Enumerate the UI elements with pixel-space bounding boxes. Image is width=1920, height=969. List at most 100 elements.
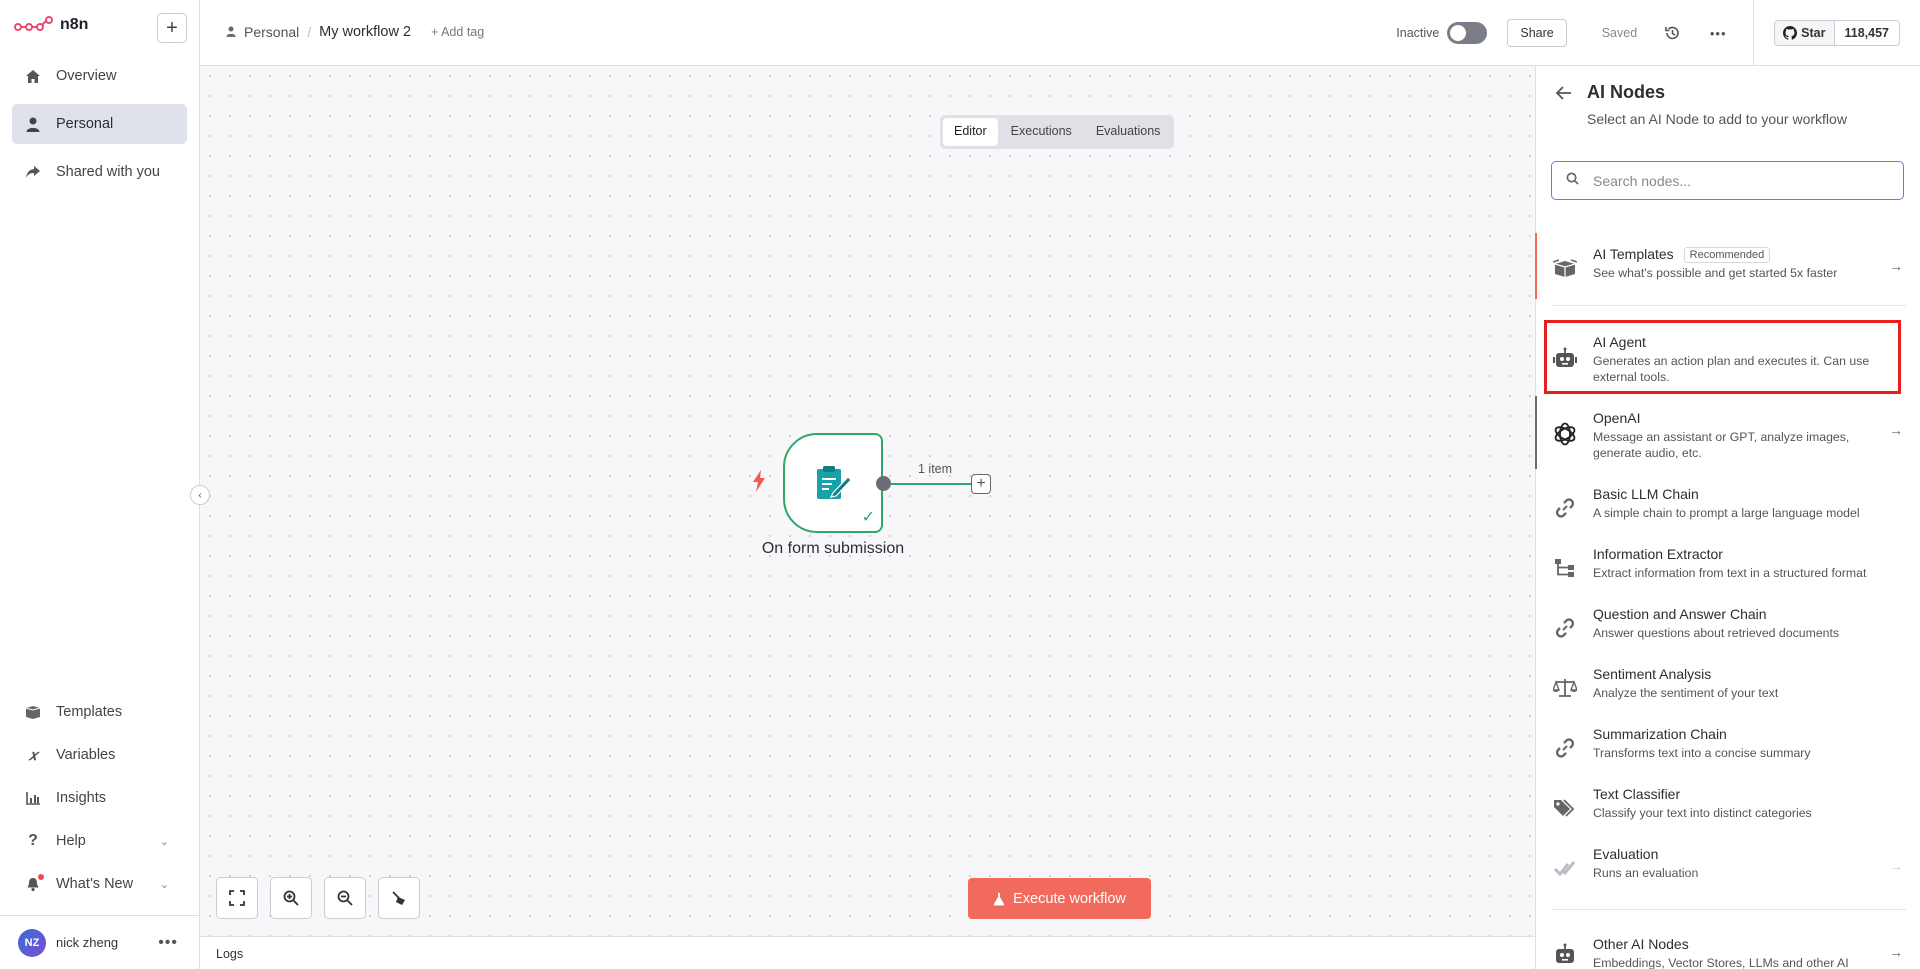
box-icon <box>24 705 42 719</box>
sidebar-item-label: Overview <box>56 68 117 84</box>
breadcrumb-separator: / <box>307 24 312 40</box>
plus-icon: + <box>976 475 986 492</box>
share-icon <box>24 165 42 179</box>
list-item-other-ai-nodes[interactable]: Other AI Nodes Embeddings, Vector Stores… <box>1536 934 1920 969</box>
tab-evaluations[interactable]: Evaluations <box>1085 118 1172 146</box>
sidebar-item-whats-new[interactable]: What’s New ⌄ <box>12 864 187 904</box>
item-description: A simple chain to prompt a large languag… <box>1593 506 1860 520</box>
search-icon <box>1566 172 1579 190</box>
n8n-logo-icon <box>14 16 53 31</box>
back-arrow-icon[interactable] <box>1555 84 1572 105</box>
chevron-left-icon: ‹ <box>198 489 202 501</box>
execute-workflow-button[interactable]: Execute workflow <box>968 878 1151 919</box>
github-star-widget: Star 118,457 <box>1753 0 1920 66</box>
view-tabs: Editor Executions Evaluations <box>940 115 1175 149</box>
list-item-evaluation[interactable]: Evaluation Runs an evaluation → <box>1536 844 1920 888</box>
item-title: Sentiment Analysis <box>1593 666 1712 682</box>
app-name: n8n <box>60 16 89 33</box>
history-icon[interactable] <box>1661 25 1683 41</box>
share-button[interactable]: Share <box>1507 19 1567 47</box>
person-icon <box>24 117 42 132</box>
add-tag-button[interactable]: + Add tag <box>431 25 484 39</box>
item-title: Information Extractor <box>1593 546 1723 562</box>
workflow-name[interactable]: My workflow 2 <box>319 24 411 40</box>
item-description: Embeddings, Vector Stores, LLMs and othe… <box>1593 956 1849 969</box>
zoom-out-icon <box>337 890 353 906</box>
tree-icon <box>1551 554 1579 582</box>
github-star-count: 118,457 <box>1844 26 1890 40</box>
sidebar-item-label: What’s New <box>56 876 134 892</box>
github-star-button[interactable]: Star 118,457 <box>1774 20 1900 46</box>
tab-editor[interactable]: Editor <box>943 118 998 146</box>
search-field[interactable] <box>1551 161 1904 200</box>
active-toggle[interactable] <box>1447 22 1488 44</box>
github-icon <box>1783 26 1798 40</box>
list-item-ai-templates[interactable]: AI Templates Recommended See what's possi… <box>1536 244 1920 296</box>
openai-icon <box>1551 420 1579 448</box>
item-title: Text Classifier <box>1593 786 1681 802</box>
chart-icon <box>24 791 42 805</box>
arrow-right-icon: → <box>1889 258 1903 274</box>
tidy-up-button[interactable] <box>378 877 420 919</box>
list-item-qa-chain[interactable]: Question and Answer Chain Answer questio… <box>1536 604 1920 648</box>
more-icon[interactable]: ••• <box>158 934 178 952</box>
zoom-in-icon <box>283 890 299 906</box>
sidebar-item-overview[interactable]: Overview <box>12 56 187 96</box>
create-new-button[interactable]: + <box>157 13 187 43</box>
sidebar-item-label: Variables <box>56 747 116 763</box>
trigger-bolt-icon <box>752 470 766 498</box>
item-title: Other AI Nodes <box>1593 936 1689 952</box>
form-trigger-node[interactable]: ✓ <box>783 433 883 533</box>
search-input[interactable] <box>1593 172 1883 189</box>
sidebar-item-templates[interactable]: Templates <box>12 692 187 732</box>
fit-view-button[interactable] <box>216 877 258 919</box>
list-item-summarization-chain[interactable]: Summarization Chain Transforms text into… <box>1536 724 1920 768</box>
sidebar-item-insights[interactable]: Insights <box>12 778 187 818</box>
zoom-in-button[interactable] <box>270 877 312 919</box>
zoom-out-button[interactable] <box>324 877 366 919</box>
node-output-handle[interactable] <box>876 476 891 491</box>
form-icon <box>815 465 853 506</box>
home-icon <box>24 69 42 84</box>
sidebar-item-personal[interactable]: Personal <box>12 104 187 144</box>
item-description: Transforms text into a concise summary <box>1593 746 1811 760</box>
n8n-logo[interactable]: n8n <box>14 16 88 34</box>
list-item-text-classifier[interactable]: Text Classifier Classify your text into … <box>1536 784 1920 828</box>
chevron-down-icon: ⌄ <box>159 878 169 891</box>
chevron-down-icon: ⌄ <box>159 835 169 848</box>
item-description: Classify your text into distinct categor… <box>1593 806 1812 820</box>
fullscreen-icon <box>229 890 245 906</box>
item-title: Question and Answer Chain <box>1593 606 1767 622</box>
item-description: See what's possible and get started 5x f… <box>1593 266 1838 280</box>
user-menu[interactable]: NZ nick zheng ••• <box>0 915 200 969</box>
plus-icon: + <box>166 16 178 39</box>
tab-executions[interactable]: Executions <box>1000 118 1083 146</box>
github-star: Star <box>1775 21 1835 45</box>
arrow-right-icon: → <box>1889 422 1903 438</box>
collapse-sidebar-button[interactable]: ‹ <box>190 485 210 505</box>
sidebar-item-help[interactable]: ? Help ⌄ <box>12 821 187 861</box>
logs-label: Logs <box>216 947 244 961</box>
link-icon <box>1551 494 1579 522</box>
scale-icon <box>1551 674 1579 702</box>
list-item-openai[interactable]: OpenAI Message an assistant or GPT, anal… <box>1536 408 1920 464</box>
sidebar-item-shared[interactable]: Shared with you <box>12 152 187 192</box>
sidebar-item-label: Templates <box>56 704 123 720</box>
github-star-label: Star <box>1801 26 1826 40</box>
node-creator-panel: AI Nodes Select an AI Node to add to you… <box>1535 66 1920 969</box>
project-link[interactable]: Personal <box>244 24 299 40</box>
list-item-basic-llm-chain[interactable]: Basic LLM Chain A simple chain to prompt… <box>1536 484 1920 528</box>
item-description: Answer questions about retrieved documen… <box>1593 626 1840 640</box>
sidebar-item-label: Personal <box>56 116 114 132</box>
item-title: AI Templates Recommended <box>1593 246 1771 263</box>
item-title: Evaluation <box>1593 846 1659 862</box>
user-name: nick zheng <box>56 935 119 950</box>
item-description: Extract information from text in a struc… <box>1593 566 1867 580</box>
item-title-text: AI Templates <box>1593 246 1674 262</box>
list-item-sentiment-analysis[interactable]: Sentiment Analysis Analyze the sentiment… <box>1536 664 1920 708</box>
more-options-icon[interactable]: ••• <box>1707 26 1729 41</box>
add-node-endpoint-button[interactable]: + <box>971 474 991 494</box>
list-item-information-extractor[interactable]: Information Extractor Extract informatio… <box>1536 544 1920 588</box>
sidebar-item-variables[interactable]: 𝑥 Variables <box>12 735 187 775</box>
logs-bar[interactable]: Logs <box>200 936 1535 969</box>
